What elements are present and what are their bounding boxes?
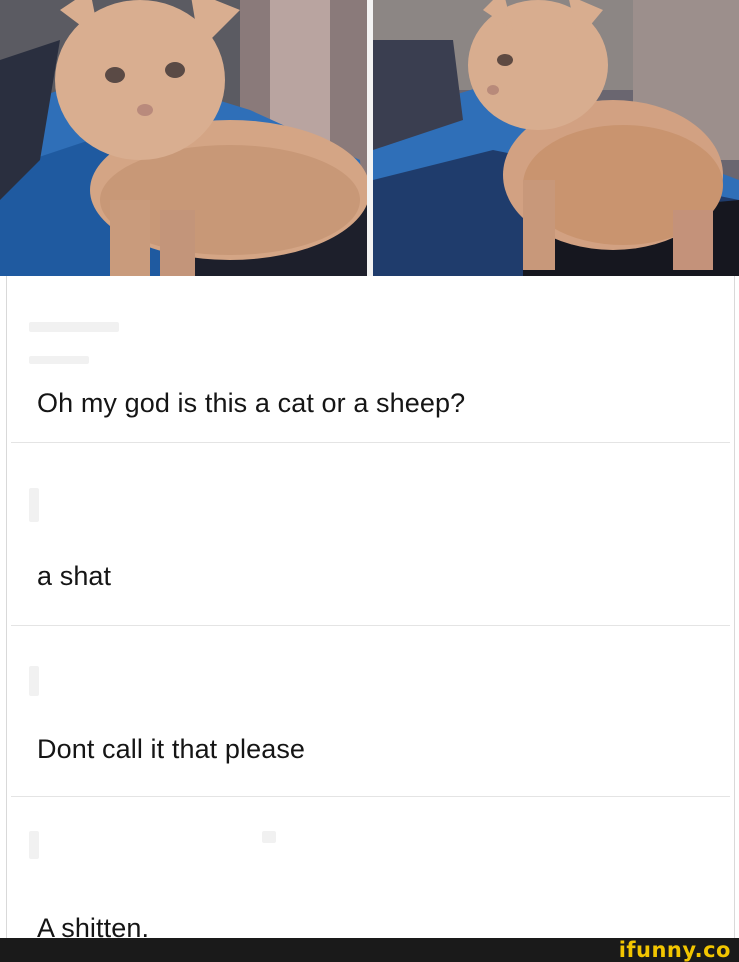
comment-text: Oh my god is this a cat or a sheep? (37, 388, 466, 418)
kitten-photo-right[interactable] (373, 0, 739, 276)
ifunny-logo[interactable]: ifunny.co (619, 938, 731, 962)
comment-4[interactable]: A shitten. (7, 797, 734, 943)
watermark-bar: ifunny.co (0, 938, 739, 962)
post-image-strip (0, 0, 739, 276)
kitten-image-left (0, 0, 367, 276)
comment-3[interactable]: Dont call it that please (7, 626, 734, 796)
comment-thread: Oh my god is this a cat or a sheep? a sh… (6, 276, 735, 943)
kitten-image-right (373, 0, 739, 276)
comment-text: Dont call it that please (37, 734, 306, 764)
comment-1[interactable]: Oh my god is this a cat or a sheep? (7, 276, 734, 441)
comment-2[interactable]: a shat (7, 443, 734, 623)
comment-text: a shat (37, 561, 112, 591)
kitten-photo-left[interactable] (0, 0, 367, 276)
